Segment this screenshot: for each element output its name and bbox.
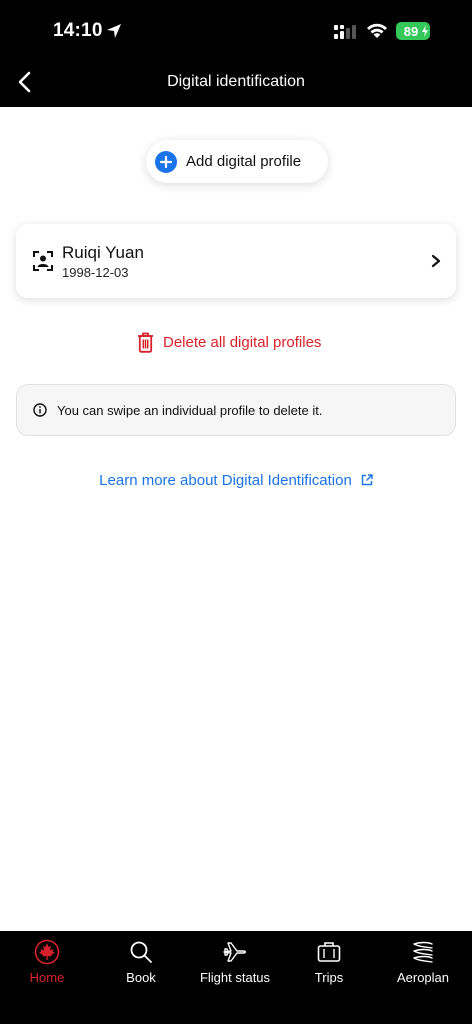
info-text: You can swipe an individual profile to d… <box>57 402 323 418</box>
tab-trips[interactable]: Trips <box>282 931 376 1001</box>
profile-card[interactable]: Ruiqi Yuan 1998-12-03 <box>16 224 456 298</box>
delete-all-profiles-button[interactable]: Delete all digital profiles <box>137 330 321 354</box>
tab-label: Aeroplan <box>396 970 450 985</box>
bottom-tab-bar: Home Book Flight status Trips Aeroplan <box>0 931 472 1024</box>
tab-label: Home <box>29 970 65 985</box>
aeroplan-icon <box>413 941 433 963</box>
suitcase-icon <box>317 942 341 962</box>
tab-book[interactable]: Book <box>94 931 188 1001</box>
airplane-icon <box>223 942 246 962</box>
tab-label: Book <box>126 970 156 985</box>
maple-leaf-icon <box>34 939 60 965</box>
delete-all-label: Delete all digital profiles <box>163 333 322 351</box>
tab-label: Flight status <box>199 970 271 985</box>
screen: 14:10 89 Digital identification Add digi… <box>0 0 472 1024</box>
page-title: Digital identification <box>167 73 305 90</box>
top-bar: 14:10 89 Digital identification <box>0 0 472 107</box>
learn-more-label: Learn more about Digital Identification <box>99 471 352 489</box>
tab-label: Trips <box>314 970 344 985</box>
battery-indicator: 89 <box>396 22 430 40</box>
location-arrow-icon <box>107 24 121 38</box>
learn-more-link[interactable]: Learn more about Digital Identification <box>0 469 472 491</box>
tab-aeroplan[interactable]: Aeroplan <box>376 931 470 1001</box>
external-link-icon <box>361 474 373 486</box>
add-digital-profile-button[interactable]: Add digital profile <box>146 140 328 183</box>
tab-flight-status[interactable]: Flight status <box>188 931 282 1001</box>
profile-dob: 1998-12-03 <box>62 265 129 280</box>
wifi-icon <box>367 23 387 38</box>
chevron-right-icon <box>431 254 441 268</box>
cellular-signal-icon <box>334 25 356 39</box>
id-scan-icon <box>33 251 53 271</box>
charging-bolt-icon <box>422 25 428 37</box>
battery-level: 89 <box>403 23 419 39</box>
swipe-info-box: You can swipe an individual profile to d… <box>16 384 456 436</box>
trash-icon <box>138 332 153 353</box>
profile-name: Ruiqi Yuan <box>62 243 144 262</box>
plus-icon <box>155 150 177 173</box>
add-profile-label: Add digital profile <box>186 153 302 170</box>
search-icon <box>130 941 152 963</box>
tab-home[interactable]: Home <box>0 931 94 1001</box>
status-time: 14:10 <box>53 20 103 41</box>
info-icon <box>33 403 47 417</box>
